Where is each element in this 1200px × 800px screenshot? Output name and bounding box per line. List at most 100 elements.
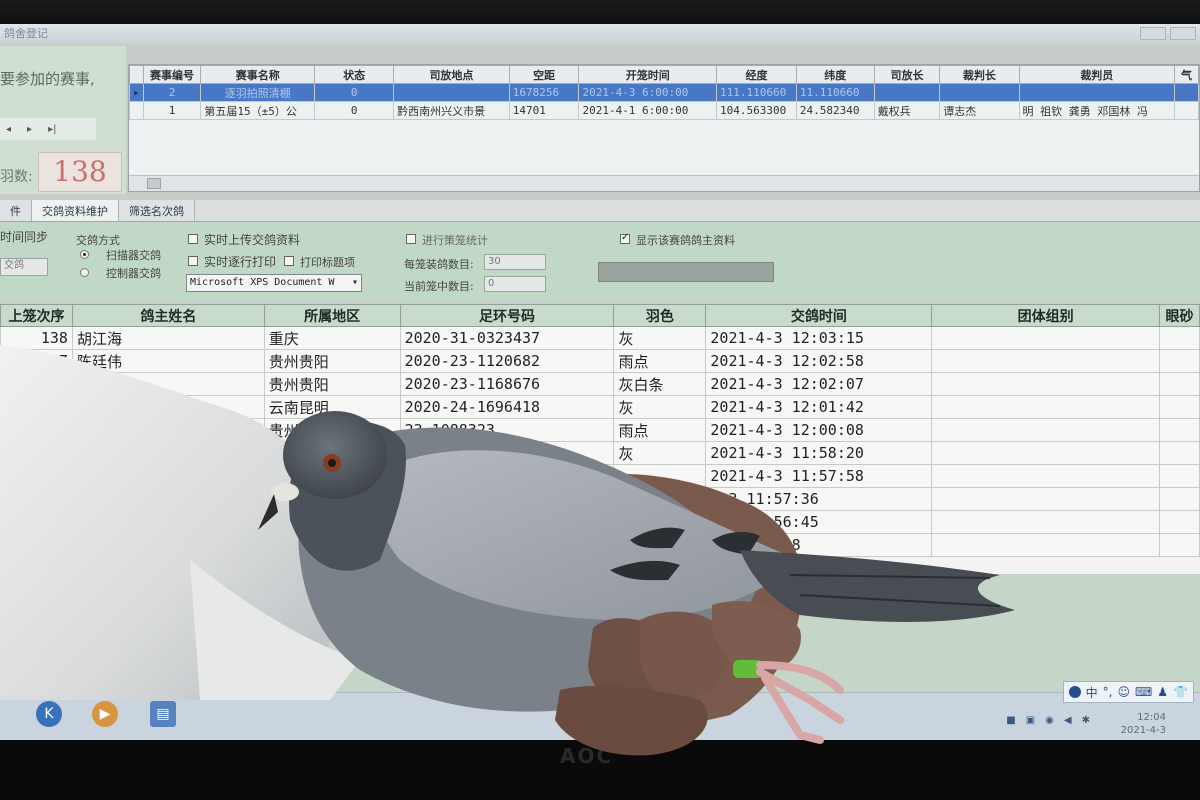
table-row[interactable]: 贵州贵阳 2020-23-1168676 灰白条 2021-4-3 12:02:07 [0, 372, 1200, 396]
race-cell[interactable] [1174, 83, 1199, 102]
table-row[interactable]: 3 11:56:28 [0, 533, 1200, 557]
arrival-cell[interactable] [263, 487, 401, 511]
table-row[interactable]: 4-3 11:57:36 [0, 487, 1200, 511]
arrival-cell[interactable] [613, 510, 707, 534]
print-realtime-checkbox[interactable] [188, 256, 198, 266]
tray-app-icon[interactable]: ◉ [1045, 715, 1054, 726]
col-header[interactable]: 裁判员 [1018, 65, 1176, 84]
group-cell[interactable] [931, 326, 1160, 350]
arrival-cell[interactable] [71, 464, 265, 488]
arrival-cell[interactable] [613, 464, 707, 488]
race-cell[interactable]: 谭志杰 [939, 101, 1020, 120]
tab-filter-ranking[interactable]: 筛选名次鸽 [119, 200, 195, 221]
arrival-cell[interactable]: 2020-23-1168676 [399, 372, 615, 396]
race-row-selected[interactable]: ▸ 2 逐羽拍照清棚 0 1678256 2021-4-3 6:00:00 11… [129, 83, 1199, 102]
media-player-icon[interactable]: ▶ [92, 701, 118, 727]
group-cell[interactable] [931, 395, 1160, 419]
col-header[interactable]: 所属地区 [263, 304, 401, 327]
arrival-cell[interactable] [613, 533, 707, 557]
arrival-cell[interactable] [0, 395, 73, 419]
race-cell[interactable]: 2 [142, 83, 202, 102]
race-cell[interactable]: 111.110660 [716, 83, 797, 102]
arrival-cell[interactable] [399, 487, 615, 511]
col-header[interactable]: 空距 [508, 65, 580, 84]
arrival-cell[interactable] [263, 533, 401, 557]
arrival-cell[interactable] [71, 487, 265, 511]
col-header[interactable]: 开笼时间 [578, 65, 718, 84]
print-title-checkbox[interactable] [284, 256, 294, 266]
col-header[interactable]: 状态 [314, 65, 395, 84]
group-cell[interactable] [931, 533, 1160, 557]
race-cell[interactable]: 1 [142, 101, 202, 120]
arrival-cell[interactable] [613, 487, 707, 511]
current-cage-input[interactable]: 0 [484, 276, 546, 292]
pigeon-app-icon[interactable]: ▤ [150, 701, 176, 727]
arrival-cell[interactable] [263, 441, 401, 465]
arrival-cell[interactable] [71, 441, 265, 465]
group-cell[interactable] [931, 418, 1160, 442]
group-cell[interactable] [931, 372, 1160, 396]
race-cell[interactable]: 14701 [508, 101, 580, 120]
arrival-cell[interactable]: 2021-4-3 11:57:58 [705, 464, 933, 488]
eye-cell[interactable] [1158, 372, 1200, 396]
minimize-button[interactable] [1140, 27, 1166, 40]
ime-tools-icon[interactable]: ♟ [1157, 685, 1168, 699]
prev-record-button[interactable]: ◂ [6, 124, 11, 135]
race-cell[interactable] [939, 83, 1020, 102]
col-header[interactable]: 赛事编号 [142, 65, 202, 84]
clock[interactable]: 12:04 2021-4-3 [1121, 711, 1166, 737]
eye-cell[interactable] [1158, 510, 1200, 534]
col-header[interactable]: 足环号码 [399, 304, 615, 327]
col-header[interactable]: 经度 [716, 65, 797, 84]
eye-cell[interactable] [1158, 326, 1200, 350]
arrival-cell[interactable]: 3 11:56:28 [705, 533, 933, 557]
ime-mode[interactable]: 中 [1086, 684, 1098, 701]
tray-user-icon[interactable]: ■ [1006, 715, 1015, 726]
race-cell[interactable]: 黔西南州兴义市景 [393, 101, 510, 120]
arrival-cell[interactable]: 贵州 [263, 418, 401, 442]
race-cell[interactable]: 戴权兵 [873, 101, 941, 120]
arrival-cell[interactable]: 云南昆明 [263, 395, 401, 419]
race-cell[interactable]: 104.563300 [716, 101, 797, 120]
arrival-cell[interactable] [399, 533, 615, 557]
race-cell[interactable]: 第五届15（±5）公 [200, 101, 316, 120]
mode-scanner-radio[interactable] [80, 250, 89, 259]
arrival-cell[interactable]: 重庆 [263, 326, 401, 350]
arrival-cell[interactable]: 雨点 [613, 418, 707, 442]
show-owner-checkbox[interactable] [620, 232, 630, 244]
race-cell[interactable] [873, 83, 941, 102]
race-cell[interactable]: 明 祖钦 龚勇 邓国林 冯 [1018, 101, 1176, 120]
eye-cell[interactable] [1158, 487, 1200, 511]
arrival-cell[interactable] [0, 510, 73, 534]
race-cell[interactable]: 24.582340 [795, 101, 875, 120]
group-cell[interactable] [931, 487, 1160, 511]
arrival-cell[interactable]: 2021-4-3 11:58:20 [705, 441, 933, 465]
arrival-cell[interactable] [263, 464, 401, 488]
race-cell[interactable]: 0 [314, 83, 395, 102]
race-row[interactable]: 1 第五届15（±5）公 0 黔西南州兴义市景 14701 2021-4-1 6… [129, 101, 1199, 120]
arrival-cell[interactable] [71, 372, 265, 396]
arrival-cell[interactable]: 胡江海 [71, 326, 265, 350]
ime-logo-icon[interactable] [1068, 686, 1081, 698]
eye-cell[interactable] [1158, 418, 1200, 442]
table-row[interactable]: 云南昆明 2020-24-1696418 灰 2021-4-3 12:01:42 [0, 395, 1200, 419]
arrival-cell[interactable]: 137 [0, 349, 73, 373]
col-header[interactable]: 裁判长 [939, 65, 1020, 84]
arrival-cell[interactable]: 2021-4-3 12:02:58 [705, 349, 933, 373]
last-record-button[interactable]: ▸| [48, 124, 56, 135]
arrival-cell[interactable]: 2021-4-3 12:00:08 [705, 418, 933, 442]
race-cell[interactable]: 逐羽拍照清棚 [200, 83, 316, 102]
race-cell[interactable]: 2021-4-3 6:00:00 [578, 83, 718, 102]
col-header[interactable]: 团体组别 [931, 304, 1160, 327]
group-cell[interactable] [931, 441, 1160, 465]
tab-files[interactable]: 件 [0, 200, 32, 221]
arrival-cell[interactable] [0, 533, 73, 557]
eye-cell[interactable] [1158, 464, 1200, 488]
arrival-cell[interactable] [0, 441, 73, 465]
next-record-button[interactable]: ▸ [27, 124, 32, 135]
arrival-cell[interactable]: 2021-4-3 12:03:15 [705, 326, 933, 350]
ime-emoji-icon[interactable]: ☺ [1117, 685, 1130, 699]
arrival-cell[interactable] [71, 510, 265, 534]
arrival-cell[interactable] [0, 487, 73, 511]
table-row[interactable]: 2021-4-3 11:57:58 [0, 464, 1200, 488]
